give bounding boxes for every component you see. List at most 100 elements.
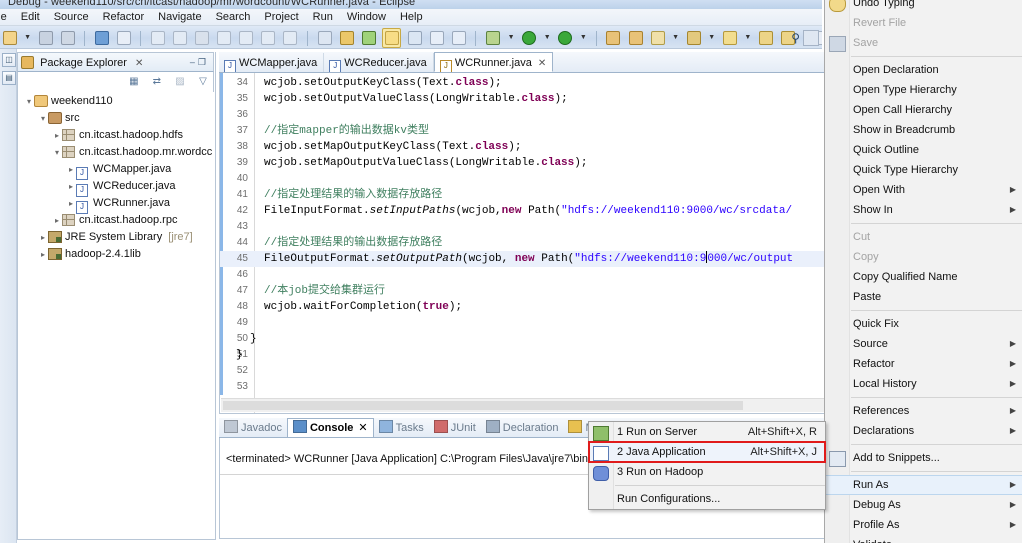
tree-item[interactable]: ▸ J WCReducer.java <box>18 178 213 197</box>
maximize-icon[interactable]: ❐ <box>198 57 209 67</box>
open-folder-icon[interactable] <box>605 29 622 47</box>
context-menu-item-addtosnippets[interactable]: Add to Snippets... <box>825 448 1022 468</box>
debug-icon[interactable] <box>485 29 502 47</box>
bottom-tab-javadoc[interactable]: Javadoc <box>219 419 287 437</box>
editor-tab-wcmapper[interactable]: J WCMapper.java <box>219 53 325 72</box>
chevron-down-icon[interactable]: ▾ <box>52 144 62 161</box>
editor-body[interactable]: 34 wcjob.setOutputKeyClass(Text.class); 35… <box>219 73 832 414</box>
open-folder2-icon[interactable] <box>627 29 644 47</box>
context-menu-item-debugas[interactable]: Debug As ▶ <box>825 495 1022 515</box>
context-menu-item-showinbreadcrumb[interactable]: Show in Breadcrumb <box>825 120 1022 140</box>
tree-item[interactable]: ▾ cn.itcast.hadoop.mr.wordcc <box>18 144 213 161</box>
context-menu-item-refactor[interactable]: Refactor ▶ <box>825 354 1022 374</box>
code-line[interactable]: 38 wcjob.setMapOutputKeyClass(Text.class)… <box>220 139 831 155</box>
code-line[interactable]: 36 <box>220 107 831 123</box>
code-line[interactable]: 48 wcjob.waitForCompletion(true); <box>220 299 831 315</box>
context-menu-item-undotyping[interactable]: Undo Typing <box>825 0 1022 13</box>
menu-navigate[interactable]: Navigate <box>151 9 208 25</box>
view-minmax-buttons[interactable]: –❐ <box>190 57 209 68</box>
external-tools-icon[interactable] <box>360 29 377 47</box>
code-line[interactable]: 53 <box>220 379 831 395</box>
pencil-icon[interactable] <box>649 29 666 47</box>
disconnect-icon[interactable] <box>216 29 233 47</box>
chevron-down-icon[interactable]: ▼ <box>23 29 32 47</box>
editor-horizontal-scrollbar[interactable] <box>221 398 831 412</box>
suspend-icon[interactable] <box>172 29 189 47</box>
chevron-right-icon[interactable]: ▸ <box>38 246 48 263</box>
context-menu-item-validate[interactable]: Validate <box>825 535 1022 543</box>
code-line[interactable]: 50} <box>220 331 831 347</box>
editor-context-menu[interactable]: Undo Typing Revert File Save Open Declarati… <box>824 0 1022 543</box>
new-wizard-icon[interactable] <box>1 29 18 47</box>
code-line[interactable]: 45 FileOutputFormat.setOutputPath(wcjob, … <box>220 251 831 267</box>
context-menu-item-quicktypehierarchy[interactable]: Quick Type Hierarchy <box>825 160 1022 180</box>
context-menu-item-runas[interactable]: Run As ▶ <box>825 475 1022 495</box>
menu-file[interactable]: File <box>0 9 14 25</box>
chevron-down-icon[interactable]: ▼ <box>743 29 752 47</box>
tree-item[interactable]: ▾ src <box>18 110 213 127</box>
code-line[interactable]: 51} <box>220 347 831 363</box>
chevron-down-icon[interactable]: ▾ <box>38 110 48 127</box>
package-explorer-rail-icon[interactable]: ▤ <box>2 71 16 85</box>
tree-item[interactable]: ▸ JRE System Library [jre7] <box>18 229 213 246</box>
perspective-button[interactable] <box>803 30 819 46</box>
code-lines[interactable]: 34 wcjob.setOutputKeyClass(Text.class); 35… <box>220 75 831 411</box>
next-annotation-icon[interactable] <box>406 29 423 47</box>
tree-item[interactable]: ▸ J WCMapper.java <box>18 161 213 180</box>
code-line[interactable]: 49 <box>220 315 831 331</box>
tree-item[interactable]: ▸ J WCRunner.java <box>18 195 213 214</box>
restore-view-icon[interactable]: ◫ <box>2 53 16 67</box>
bulb-icon[interactable] <box>721 29 738 47</box>
scrollbar-thumb[interactable] <box>223 401 743 410</box>
menu-source[interactable]: Source <box>47 9 96 25</box>
save-icon[interactable] <box>37 29 54 47</box>
context-menu-item-openwith[interactable]: Open With ▶ <box>825 180 1022 200</box>
context-menu-item-showin[interactable]: Show In ▶ <box>825 200 1022 220</box>
link-with-editor-icon[interactable]: ⇄ <box>149 74 165 90</box>
step-over-icon[interactable] <box>260 29 277 47</box>
chevron-down-icon[interactable]: ▼ <box>671 29 680 47</box>
menu-edit[interactable]: Edit <box>14 9 47 25</box>
close-icon[interactable]: ✕ <box>538 58 546 69</box>
tree-item[interactable]: ▸ cn.itcast.hadoop.hdfs <box>18 127 213 144</box>
context-menu-item-opencallhierarchy[interactable]: Open Call Hierarchy <box>825 100 1022 120</box>
run-as-item-javaapplication[interactable]: 2 Java Application Alt+Shift+X, J <box>588 441 826 463</box>
minimize-icon[interactable]: – <box>190 57 198 67</box>
bottom-tab-console[interactable]: Console ✕ <box>286 418 374 437</box>
code-line[interactable]: 40 <box>220 171 831 187</box>
code-line[interactable]: 52 <box>220 363 831 379</box>
skip-breakpoints-icon[interactable] <box>316 29 333 47</box>
context-menu-item-opendeclaration[interactable]: Open Declaration <box>825 60 1022 80</box>
chevron-right-icon[interactable]: ▸ <box>52 127 62 144</box>
view-dropdown-icon[interactable]: ▽ <box>195 74 211 90</box>
package-explorer-tree[interactable]: ▾ weekend110 ▾ src ▸ cn.itcast.hadoop.hdfs ▾ cn… <box>18 93 213 539</box>
context-menu-item-profileas[interactable]: Profile As ▶ <box>825 515 1022 535</box>
code-line[interactable]: 42 FileInputFormat.setInputPaths(wcjob,ne… <box>220 203 831 219</box>
resume-icon[interactable] <box>150 29 167 47</box>
context-menu-item-opentypehierarchy[interactable]: Open Type Hierarchy <box>825 80 1022 100</box>
context-menu-item-declarations[interactable]: Declarations ▶ <box>825 421 1022 441</box>
step-return-icon[interactable] <box>238 29 255 47</box>
tab-package-explorer[interactable]: Package Explorer ✕ <box>21 55 143 71</box>
paragraph-icon[interactable] <box>450 29 467 47</box>
run-as-item-runonserver[interactable]: 1 Run on Server Alt+Shift+X, R <box>589 422 825 442</box>
code-line[interactable]: 41 //指定处理结果的输入数据存放路径 <box>220 187 831 203</box>
search-ref-icon[interactable] <box>685 29 702 47</box>
close-icon[interactable]: ✕ <box>135 56 143 72</box>
chevron-right-icon[interactable]: ▸ <box>52 212 62 229</box>
menu-search[interactable]: Search <box>209 9 258 25</box>
annotation-icon[interactable] <box>428 29 445 47</box>
run-icon[interactable] <box>521 29 538 47</box>
open-type-icon[interactable] <box>338 29 355 47</box>
code-line[interactable]: 46 <box>220 267 831 283</box>
console-view-icon[interactable] <box>93 29 110 47</box>
chevron-down-icon[interactable]: ▼ <box>707 29 716 47</box>
menu-run[interactable]: Run <box>306 9 340 25</box>
menu-window[interactable]: Window <box>340 9 393 25</box>
context-menu-item-localhistory[interactable]: Local History ▶ <box>825 374 1022 394</box>
search-icon[interactable]: ⚲ <box>791 31 800 45</box>
tree-item[interactable]: ▸ cn.itcast.hadoop.rpc <box>18 212 213 229</box>
view-menu-icon[interactable]: ▨ <box>172 74 188 90</box>
menu-help[interactable]: Help <box>393 9 430 25</box>
run-as-item-runconfigurations[interactable]: Run Configurations... <box>589 489 825 509</box>
